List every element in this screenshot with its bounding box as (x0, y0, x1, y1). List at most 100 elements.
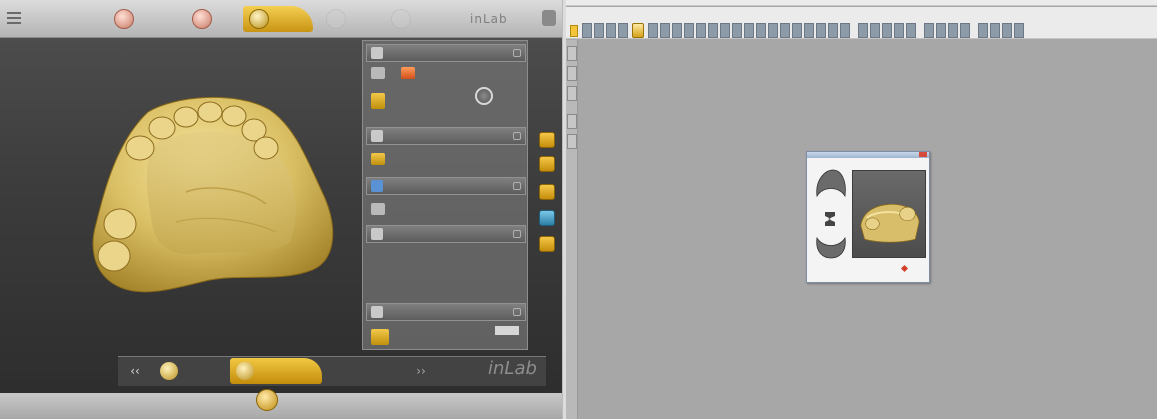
close-icon[interactable] (919, 152, 927, 157)
brand-logo: inLab (470, 12, 508, 26)
menu-icon[interactable] (7, 12, 21, 24)
panel-row[interactable] (371, 153, 393, 165)
folder-icon[interactable] (570, 25, 578, 37)
toolbar-button[interactable] (756, 23, 766, 38)
trim-icon (371, 130, 383, 142)
vertical-tool-button[interactable] (567, 66, 577, 81)
toolbar-button[interactable] (696, 23, 706, 38)
toolbar-button[interactable] (948, 23, 958, 38)
collapse-icon[interactable] (513, 49, 521, 57)
vertical-tool-button[interactable] (567, 86, 577, 101)
step-item-active[interactable] (230, 358, 322, 384)
screen: inLab ‹‹ ›› inLab (0, 0, 1157, 419)
panel-row[interactable] (371, 203, 393, 215)
toolbar-button[interactable] (882, 23, 892, 38)
export-icon (371, 329, 389, 345)
section-trim[interactable] (366, 127, 526, 145)
bottom-strip (0, 393, 562, 419)
toolbar-button[interactable] (606, 23, 616, 38)
section-output[interactable] (366, 303, 526, 321)
toolbar-button[interactable] (672, 23, 682, 38)
settings-row-icon (371, 203, 385, 215)
tooth-icon[interactable] (632, 23, 644, 38)
step-item[interactable] (154, 358, 189, 384)
toolbar-button[interactable] (924, 23, 934, 38)
toolbar-button[interactable] (816, 23, 826, 38)
section-tools[interactable] (366, 44, 526, 62)
panel-row[interactable] (371, 67, 423, 79)
forward-icon[interactable]: ›› (410, 362, 432, 380)
toolbar-button[interactable] (978, 23, 988, 38)
panel-row[interactable] (371, 329, 397, 345)
dialog-titlebar[interactable] (807, 152, 929, 158)
toolbar-button[interactable] (582, 23, 592, 38)
phase-scan[interactable] (186, 6, 222, 32)
toolbar-button[interactable] (780, 23, 790, 38)
side-tool-icon[interactable] (539, 156, 555, 172)
toolbar-button[interactable] (960, 23, 970, 38)
phase-manufacture[interactable] (385, 6, 421, 32)
tools-icon (371, 47, 383, 59)
toolbar-button[interactable] (594, 23, 604, 38)
phase-model[interactable] (243, 6, 313, 32)
toolbar-button[interactable] (870, 23, 880, 38)
model-preview (852, 170, 926, 258)
toolbar-button[interactable] (684, 23, 694, 38)
toolbar-button[interactable] (936, 23, 946, 38)
step-icon (236, 362, 254, 380)
vertical-toolbar (566, 40, 578, 419)
toolbar-button[interactable] (906, 23, 916, 38)
toolbar-button[interactable] (894, 23, 904, 38)
collapse-icon[interactable] (513, 132, 521, 140)
administration-icon (114, 9, 134, 29)
toolbar-button[interactable] (708, 23, 718, 38)
jaw-selector[interactable] (811, 164, 849, 262)
toolbar-button[interactable] (990, 23, 1000, 38)
section-base[interactable] (366, 225, 526, 243)
phase-bar: inLab (0, 0, 562, 38)
side-tool-icon[interactable] (539, 184, 555, 200)
toolbar-button[interactable] (840, 23, 850, 38)
value-readout[interactable] (495, 326, 519, 335)
phase-design[interactable] (320, 6, 356, 32)
collapse-icon[interactable] (513, 230, 521, 238)
settings-icon[interactable] (542, 10, 556, 26)
side-tool-icon[interactable] (539, 132, 555, 148)
collapse-icon[interactable] (513, 308, 521, 316)
tool-panel (362, 40, 528, 350)
step-icon (160, 362, 178, 380)
toolbar-button[interactable] (858, 23, 868, 38)
dental-model-3d[interactable] (86, 92, 342, 298)
inlab-watermark: inLab (488, 358, 537, 379)
model-dialog[interactable] (806, 151, 930, 283)
color-icon (401, 67, 415, 79)
back-icon[interactable]: ‹‹ (124, 362, 146, 380)
toolbar-button[interactable] (720, 23, 730, 38)
base-icon (371, 228, 383, 240)
toolbar-button[interactable] (828, 23, 838, 38)
scan-icon (192, 9, 212, 29)
toolbar-button[interactable] (618, 23, 628, 38)
collapse-icon[interactable] (513, 182, 521, 190)
vertical-tool-button[interactable] (567, 134, 577, 149)
toolbar-button[interactable] (744, 23, 754, 38)
toolbar-button[interactable] (792, 23, 802, 38)
vertical-tool-button[interactable] (567, 114, 577, 129)
side-tool-icon[interactable] (539, 236, 555, 252)
section-model[interactable] (366, 177, 526, 195)
vertical-tool-button[interactable] (567, 46, 577, 61)
toolbar-button[interactable] (732, 23, 742, 38)
panel-row[interactable] (371, 93, 393, 109)
model-tool-icon (371, 153, 385, 165)
rotate-knob[interactable] (475, 87, 493, 105)
toolbar-button[interactable] (660, 23, 670, 38)
toolbar-button[interactable] (1002, 23, 1012, 38)
toolbar-button[interactable] (768, 23, 778, 38)
view-icon (371, 67, 385, 79)
side-tool-icon[interactable] (539, 210, 555, 226)
toolbar-button[interactable] (804, 23, 814, 38)
phase-administration[interactable] (108, 6, 144, 32)
toolbar-button[interactable] (1014, 23, 1024, 38)
toolbar-button[interactable] (648, 23, 658, 38)
next-phase-button[interactable] (256, 389, 278, 411)
